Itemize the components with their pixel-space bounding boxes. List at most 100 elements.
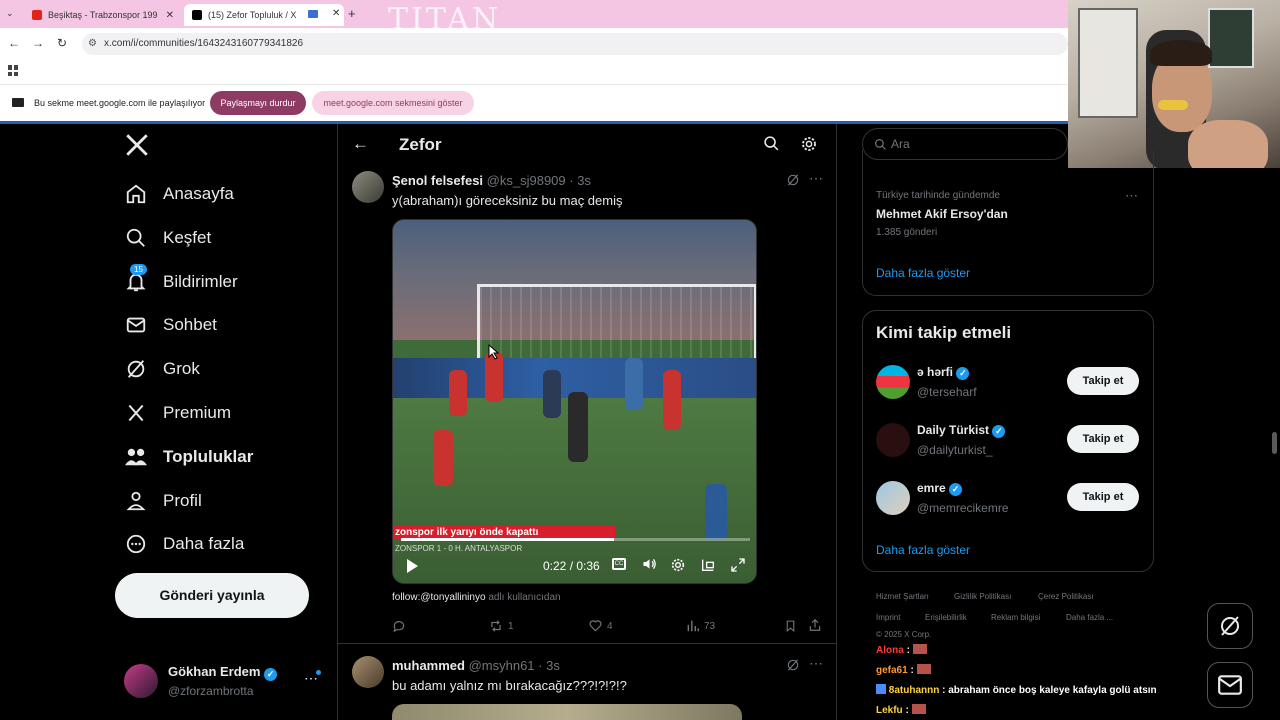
video-settings-icon[interactable]: [670, 557, 686, 578]
new-tab-button[interactable]: +: [348, 6, 356, 21]
screen-share-bar: Bu sekme meet.google.com ile paylaşılıyo…: [0, 84, 1068, 121]
sidebar-item-communities[interactable]: Topluluklar: [124, 442, 253, 472]
footer-link[interactable]: Reklam bilgisi: [991, 613, 1040, 622]
video-player[interactable]: zonspor ilk yarıyı önde kapattı ZONSPOR …: [392, 219, 757, 584]
avatar[interactable]: [352, 656, 384, 688]
card-title: Kimi takip etmeli: [876, 323, 1012, 342]
player: [449, 370, 467, 416]
account-switcher[interactable]: Gökhan Erdem ✓ @zforzambrotta ⋯: [118, 656, 330, 706]
post-media[interactable]: [392, 704, 742, 720]
follow-user-name[interactable]: ə hərfi ✓: [917, 365, 970, 380]
author-handle[interactable]: @msyhn61: [469, 658, 535, 673]
post-button[interactable]: Gönderi yayınla: [115, 573, 309, 618]
chat-user: 8atuhannn: [888, 685, 940, 696]
video-progress-track[interactable]: [401, 538, 750, 541]
post-time[interactable]: · 3s: [569, 173, 591, 188]
sidebar-item-label: Daha fazla: [163, 534, 245, 553]
avatar[interactable]: [876, 365, 910, 399]
grok-floating-button[interactable]: [1207, 603, 1253, 649]
scrollbar-thumb[interactable]: [1272, 432, 1277, 454]
stop-sharing-button[interactable]: Paylaşmayı durdur: [210, 91, 306, 115]
follow-user-name[interactable]: Daily Türkist ✓: [917, 423, 1006, 438]
more-dots-icon[interactable]: ⋯: [809, 170, 823, 187]
footer-link[interactable]: Erişilebilirlik: [925, 613, 967, 622]
sidebar-item-grok[interactable]: Grok: [124, 354, 200, 384]
sidebar-item-notifications[interactable]: 15 Bildirimler: [124, 264, 238, 297]
sidebar-item-more[interactable]: Daha fazla: [124, 529, 244, 559]
close-tab-icon[interactable]: ✕: [332, 8, 340, 19]
follow-button[interactable]: Takip et: [1067, 483, 1139, 511]
footer-link[interactable]: Gizlilik Politikası: [954, 592, 1011, 601]
author-handle[interactable]: @ks_sj98909: [487, 173, 566, 188]
author-name[interactable]: Şenol felsefesi: [392, 173, 483, 188]
grok-icon[interactable]: [786, 658, 800, 677]
more-dots-icon[interactable]: ⋯: [809, 655, 823, 672]
footer-link[interactable]: Daha fazla ...: [1066, 613, 1113, 622]
avatar[interactable]: [352, 171, 384, 203]
play-icon[interactable]: [405, 558, 419, 579]
tab-list-chevron-icon[interactable]: ⌄: [6, 8, 18, 20]
pip-icon[interactable]: [700, 557, 716, 578]
bookmark-icon[interactable]: [784, 619, 797, 638]
share-icon[interactable]: [808, 618, 822, 637]
post-time[interactable]: · 3s: [538, 658, 560, 673]
follow-user-name[interactable]: emre ✓: [917, 481, 963, 496]
views-button[interactable]: 73: [686, 619, 715, 633]
attribution-handle[interactable]: follow:@tonyallininyo: [392, 592, 486, 603]
volume-icon[interactable]: [641, 556, 658, 577]
screen-share-icon: [308, 10, 318, 18]
trend-title[interactable]: Mehmet Akif Ersoy'dan: [876, 207, 1008, 221]
player: [705, 484, 727, 540]
footer-link[interactable]: Çerez Politikası: [1038, 592, 1094, 601]
browser-tab-strip: ⌄ Beşiktaş - Trabzonspor 1995 - 9( ✕ (15…: [0, 0, 1068, 37]
apps-grid-icon[interactable]: [8, 65, 19, 76]
x-logo-icon[interactable]: [124, 132, 150, 158]
sidebar-item-label: Premium: [163, 403, 232, 422]
footer-link[interactable]: Imprint: [876, 613, 900, 622]
fullscreen-icon[interactable]: [730, 557, 746, 578]
more-dots-icon[interactable]: ⋯: [1125, 188, 1138, 204]
avatar[interactable]: [876, 423, 910, 457]
sidebar-item-premium[interactable]: Premium: [124, 398, 231, 428]
show-more-link[interactable]: Daha fazla göster: [876, 266, 970, 280]
back-arrow-icon[interactable]: ←: [352, 134, 369, 154]
post[interactable]: muhammed @msyhn61 · 3s ⋯ bu adamı yalnız…: [338, 645, 836, 720]
close-tab-icon[interactable]: ✕: [166, 10, 174, 21]
forward-icon[interactable]: →: [30, 36, 46, 50]
site-info-icon[interactable]: ⚙: [88, 33, 97, 55]
gear-icon[interactable]: [800, 135, 818, 158]
sidebar-item-profile[interactable]: Profil: [124, 486, 202, 516]
heart-icon: [589, 620, 602, 632]
messages-floating-button[interactable]: [1207, 662, 1253, 708]
browser-tab-active[interactable]: (15) Zefor Topluluk / X ✕: [184, 4, 344, 26]
scoreboard-text: ZONSPOR 1 - 0 H. ANTALYASPOR: [395, 544, 523, 553]
person-icon: [124, 489, 148, 513]
reply-button[interactable]: [392, 619, 410, 633]
sidebar-item-label: Topluluklar: [163, 447, 254, 466]
cursor-icon: [488, 343, 500, 365]
sidebar-item-home[interactable]: Anasayfa: [124, 179, 234, 209]
footer-link[interactable]: Hizmet Şartları: [876, 592, 929, 601]
like-button[interactable]: 4: [588, 619, 613, 633]
show-more-link[interactable]: Daha fazla göster: [876, 543, 970, 557]
search-icon[interactable]: [763, 135, 780, 157]
captions-icon[interactable]: CC: [612, 558, 626, 570]
follow-button[interactable]: Takip et: [1067, 367, 1139, 395]
grok-icon[interactable]: [786, 173, 800, 192]
follow-button[interactable]: Takip et: [1067, 425, 1139, 453]
author-name[interactable]: muhammed: [392, 658, 465, 673]
post-header: Şenol felsefesi @ks_sj98909 · 3s: [392, 173, 591, 188]
sidebar-item-explore[interactable]: Keşfet: [124, 223, 211, 253]
post[interactable]: Şenol felsefesi @ks_sj98909 · 3s ⋯ y(abr…: [338, 164, 836, 644]
reply-icon: [393, 621, 405, 633]
url-text: x.com/i/communities/1643243160779341826: [104, 38, 304, 49]
sidebar-item-messages[interactable]: Sohbet: [124, 310, 217, 340]
back-icon[interactable]: ←: [6, 36, 22, 50]
show-meet-tab-button[interactable]: meet.google.com sekmesini göster: [312, 91, 474, 115]
repost-button[interactable]: 1: [488, 619, 514, 633]
browser-tab[interactable]: Beşiktaş - Trabzonspor 1995 - 9( ✕: [24, 4, 182, 26]
bell-icon: 15: [124, 264, 148, 294]
reload-icon[interactable]: ↻: [54, 36, 70, 50]
url-input[interactable]: ⚙ x.com/i/communities/164324316077934182…: [82, 33, 1068, 55]
avatar[interactable]: [876, 481, 910, 515]
